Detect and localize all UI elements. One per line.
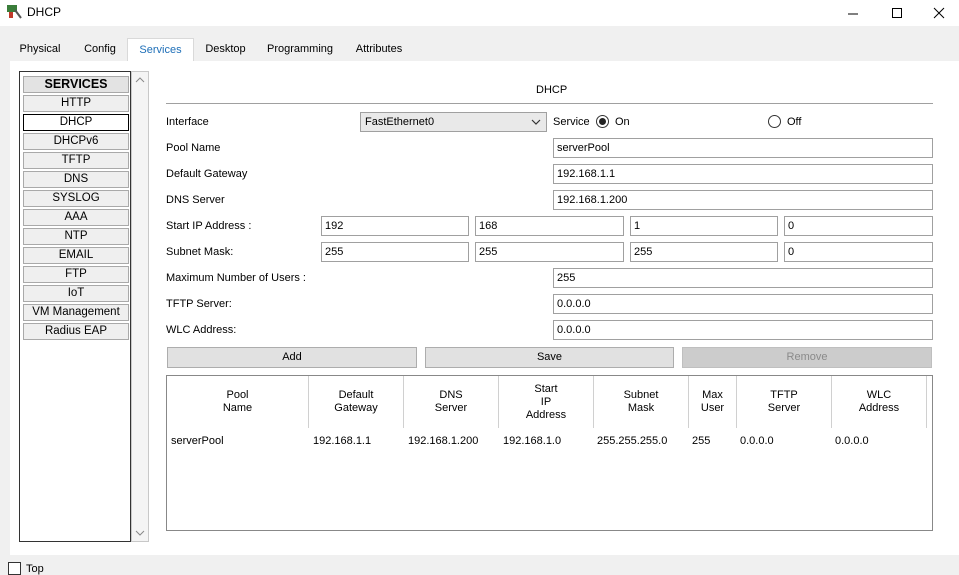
start-ip-label: Start IP Address :	[166, 220, 252, 232]
subnet-octet-3[interactable]: 255	[630, 242, 778, 262]
pool-table: Pool Name Default Gateway DNS Server Sta…	[166, 375, 933, 531]
column-header-subnet-mask: Subnet Mask	[594, 376, 689, 428]
interface-select[interactable]: FastEthernet0	[360, 112, 547, 132]
cell-default-gateway: 192.168.1.1	[313, 435, 372, 447]
tab-config[interactable]: Config	[76, 38, 124, 62]
interface-value: FastEthernet0	[365, 116, 435, 128]
cell-subnet-mask: 255.255.255.0	[597, 435, 668, 447]
start-ip-octet-3[interactable]: 1	[630, 216, 778, 236]
top-label: Top	[26, 563, 44, 575]
tab-attributes[interactable]: Attributes	[348, 38, 410, 62]
title-bar: DHCP	[0, 0, 959, 26]
max-users-input[interactable]: 255	[553, 268, 933, 288]
add-button[interactable]: Add	[167, 347, 417, 368]
minimize-button[interactable]	[830, 0, 876, 26]
column-header-tftp-server: TFTP Server	[737, 376, 832, 428]
tftp-server-input[interactable]: 0.0.0.0	[553, 294, 933, 314]
services-list: SERVICES HTTP DHCP DHCPv6 TFTP DNS SYSLO…	[19, 71, 131, 542]
column-header-start-ip: Start IP Address	[499, 376, 594, 428]
subnet-octet-4[interactable]: 0	[784, 242, 933, 262]
cell-max-user: 255	[692, 435, 711, 447]
tab-desktop[interactable]: Desktop	[197, 38, 254, 62]
start-ip-octet-4[interactable]: 0	[784, 216, 933, 236]
service-item-iot[interactable]: IoT	[23, 285, 129, 302]
tftp-server-label: TFTP Server:	[166, 298, 232, 310]
chevron-down-icon	[531, 119, 541, 125]
dns-server-input[interactable]: 192.168.1.200	[553, 190, 933, 210]
tab-programming[interactable]: Programming	[261, 38, 339, 62]
service-off-radio[interactable]	[768, 115, 781, 128]
column-header-default-gateway: Default Gateway	[309, 376, 404, 428]
save-button[interactable]: Save	[425, 347, 674, 368]
start-ip-octet-2[interactable]: 168	[475, 216, 624, 236]
pool-name-input[interactable]: serverPool	[553, 138, 933, 158]
pool-name-label: Pool Name	[166, 142, 221, 154]
title-divider	[166, 103, 933, 104]
service-item-vm-management[interactable]: VM Management	[23, 304, 129, 321]
max-users-label: Maximum Number of Users :	[166, 272, 306, 284]
service-on-label: On	[615, 116, 630, 128]
service-item-radius-eap[interactable]: Radius EAP	[23, 323, 129, 340]
remove-button[interactable]: Remove	[682, 347, 932, 368]
minimize-icon	[848, 13, 858, 15]
service-item-email[interactable]: EMAIL	[23, 247, 129, 264]
service-item-syslog[interactable]: SYSLOG	[23, 190, 129, 207]
dhcp-panel-title: DHCP	[536, 84, 568, 96]
tab-services-label: Services	[139, 44, 182, 56]
service-item-ntp[interactable]: NTP	[23, 228, 129, 245]
top-checkbox[interactable]	[8, 562, 21, 575]
dns-server-label: DNS Server	[166, 194, 225, 206]
scroll-down-icon[interactable]	[135, 529, 145, 537]
default-gateway-label: Default Gateway	[166, 168, 248, 180]
close-button[interactable]	[918, 0, 959, 26]
cell-wlc-address: 0.0.0.0	[835, 435, 869, 447]
maximize-icon	[892, 8, 902, 18]
service-item-ftp[interactable]: FTP	[23, 266, 129, 283]
scroll-up-icon[interactable]	[135, 76, 145, 84]
service-item-dns[interactable]: DNS	[23, 171, 129, 188]
tab-physical[interactable]: Physical	[10, 38, 70, 62]
column-header-pool-name: Pool Name	[167, 376, 309, 428]
cell-start-ip: 192.168.1.0	[503, 435, 562, 447]
default-gateway-input[interactable]: 192.168.1.1	[553, 164, 933, 184]
subnet-octet-2[interactable]: 255	[475, 242, 624, 262]
service-label: Service	[553, 116, 590, 128]
tab-services[interactable]: Services	[127, 38, 194, 64]
service-off-label: Off	[787, 116, 802, 128]
interface-label: Interface	[166, 116, 209, 128]
packet-tracer-icon	[7, 5, 22, 19]
wlc-address-label: WLC Address:	[166, 324, 237, 336]
tab-bar: Physical Config Services Desktop Program…	[0, 38, 959, 64]
service-item-http[interactable]: HTTP	[23, 95, 129, 112]
start-ip-octet-1[interactable]: 192	[321, 216, 469, 236]
subnet-mask-label: Subnet Mask:	[166, 246, 234, 258]
service-item-dhcp[interactable]: DHCP	[23, 114, 129, 131]
cell-dns-server: 192.168.1.200	[408, 435, 479, 447]
services-scrollbar[interactable]	[131, 71, 149, 542]
service-on-radio[interactable]	[596, 115, 609, 128]
cell-tftp-server: 0.0.0.0	[740, 435, 774, 447]
service-item-dhcpv6[interactable]: DHCPv6	[23, 133, 129, 150]
wlc-address-input[interactable]: 0.0.0.0	[553, 320, 933, 340]
services-header: SERVICES	[23, 76, 129, 93]
service-item-aaa[interactable]: AAA	[23, 209, 129, 226]
subnet-octet-1[interactable]: 255	[321, 242, 469, 262]
window-title: DHCP	[27, 5, 62, 19]
column-header-wlc-address: WLC Address	[832, 376, 927, 428]
close-icon	[933, 7, 944, 19]
maximize-button[interactable]	[874, 0, 920, 26]
cell-pool-name: serverPool	[171, 435, 224, 447]
service-item-tftp[interactable]: TFTP	[23, 152, 129, 169]
column-header-dns-server: DNS Server	[404, 376, 499, 428]
column-header-max-user: Max User	[689, 376, 737, 428]
